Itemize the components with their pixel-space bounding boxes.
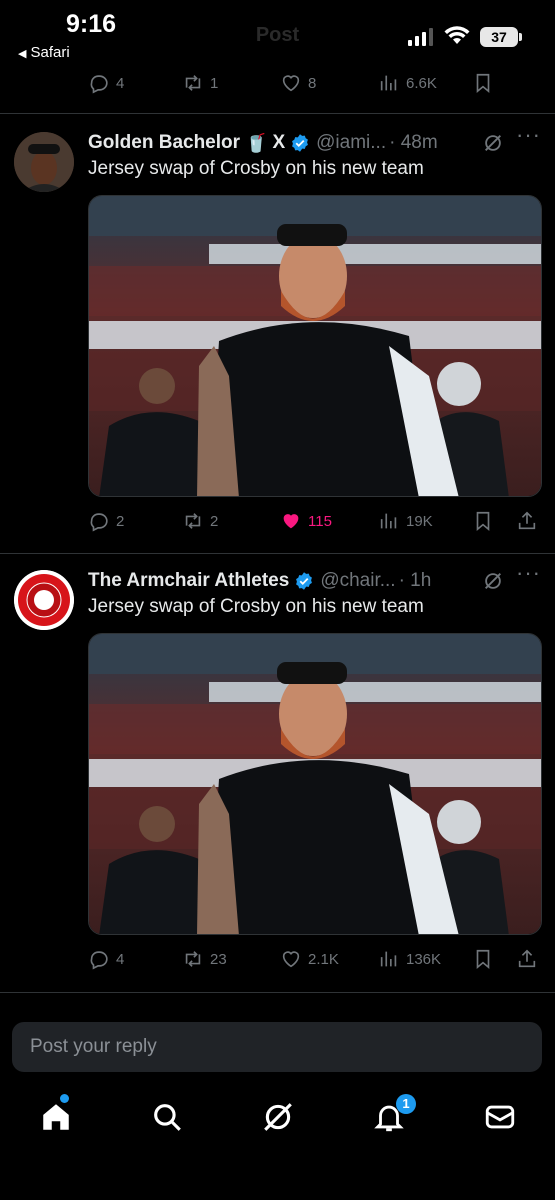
- display-name[interactable]: Golden Bachelor: [88, 132, 240, 154]
- heart-icon: [282, 75, 300, 92]
- tweet-text: Jersey swap of Crosby on his new team: [88, 596, 424, 617]
- views-button[interactable]: 136K: [378, 942, 441, 976]
- display-name-suffix: X: [272, 132, 286, 153]
- bottom-tab-bar: 1: [0, 1080, 555, 1200]
- repost-button[interactable]: 2: [182, 504, 218, 538]
- tweet-text: Jersey swap of Crosby on his new team: [88, 158, 424, 179]
- battery-indicator: 37: [480, 27, 522, 47]
- bookmark-button[interactable]: [472, 942, 494, 976]
- bookmark-button[interactable]: [472, 66, 494, 100]
- reply-count: 4: [116, 74, 125, 92]
- football-player-photo: [89, 634, 541, 934]
- reply-button[interactable]: 4: [88, 66, 124, 100]
- previous-post-actions: 4 1 8 6.6K: [0, 66, 555, 100]
- home-unread-dot: [60, 1094, 69, 1103]
- divider: [0, 553, 555, 554]
- tab-messages[interactable]: [483, 1100, 517, 1134]
- views-icon: [380, 75, 397, 91]
- tab-grok[interactable]: [261, 1100, 295, 1134]
- grok-icon: [264, 1103, 292, 1131]
- views-count: 6.6K: [406, 74, 437, 92]
- reply-button[interactable]: 4: [88, 942, 124, 976]
- reply-button[interactable]: 2: [88, 504, 124, 538]
- avatar[interactable]: [14, 132, 74, 192]
- views-count: 136K: [406, 950, 442, 968]
- like-button[interactable]: 115: [280, 504, 332, 538]
- verified-badge-icon: [296, 572, 313, 590]
- reply-icon: [90, 513, 108, 532]
- profile-photo-icon: [14, 132, 74, 192]
- wifi-icon: [444, 26, 470, 44]
- like-count: 2.1K: [308, 950, 339, 968]
- like-button[interactable]: 2.1K: [280, 942, 339, 976]
- page-title: Post: [255, 24, 300, 46]
- repost-count: 23: [210, 950, 227, 968]
- share-button[interactable]: [516, 942, 538, 976]
- share-button[interactable]: [516, 504, 538, 538]
- tweet[interactable]: The Armchair Athletes @chair... · 1h ···…: [0, 560, 555, 988]
- notifications-badge: 1: [396, 1094, 416, 1114]
- like-count: 8: [308, 74, 317, 92]
- tweet-image[interactable]: [88, 633, 542, 935]
- tab-home[interactable]: [39, 1100, 73, 1134]
- views-icon: [380, 951, 397, 967]
- tweet-actions: 4 23 2.1K 136K: [0, 942, 555, 976]
- repost-icon: [185, 513, 201, 529]
- views-count: 19K: [406, 512, 433, 530]
- tweet-image[interactable]: [88, 195, 542, 497]
- home-icon: [43, 1104, 69, 1130]
- repost-button[interactable]: 23: [182, 942, 227, 976]
- heart-icon: [282, 951, 300, 968]
- envelope-icon: [485, 1105, 515, 1129]
- reply-count: 2: [116, 512, 125, 530]
- display-name[interactable]: The Armchair Athletes: [88, 570, 289, 592]
- more-options-icon[interactable]: ···: [516, 122, 541, 148]
- cellular-signal-icon: [408, 28, 433, 46]
- like-count: 115: [308, 512, 332, 530]
- timestamp: · 1h: [398, 570, 432, 591]
- football-player-photo: [89, 196, 541, 496]
- verified-badge-icon: [292, 134, 309, 152]
- like-button[interactable]: 8: [280, 66, 316, 100]
- grok-icon[interactable]: [482, 570, 504, 592]
- repost-icon: [185, 75, 201, 91]
- avatar[interactable]: [14, 570, 74, 630]
- reply-input[interactable]: Post your reply: [12, 1022, 542, 1072]
- reply-icon: [90, 75, 108, 94]
- divider: [0, 113, 555, 114]
- repost-button[interactable]: 1: [182, 66, 218, 100]
- timestamp: · 48m: [389, 132, 438, 153]
- bookmark-icon: [476, 73, 490, 94]
- views-button[interactable]: 6.6K: [378, 66, 437, 100]
- divider: [0, 992, 555, 993]
- handle[interactable]: @chair...: [320, 570, 395, 592]
- tab-search[interactable]: [150, 1100, 184, 1134]
- grok-icon[interactable]: [482, 132, 504, 154]
- bookmark-icon: [476, 511, 490, 532]
- back-triangle-icon: ◀: [18, 48, 27, 60]
- reply-placeholder: Post your reply: [30, 1036, 157, 1057]
- tweet[interactable]: Golden Bachelor 🥤 X @iami... · 48m ··· J…: [0, 122, 555, 550]
- tweet-actions: 2 2 115 19K: [0, 504, 555, 538]
- handle[interactable]: @iami...: [316, 132, 386, 154]
- status-bar: 9:16 ◀ Safari Post 37: [0, 0, 555, 66]
- bookmark-button[interactable]: [472, 504, 494, 538]
- bookmark-icon: [476, 949, 490, 970]
- armchair-athletes-logo: [14, 570, 74, 630]
- share-icon: [518, 511, 536, 530]
- repost-count: 2: [210, 512, 219, 530]
- search-icon: [154, 1104, 181, 1131]
- views-icon: [380, 513, 397, 529]
- views-button[interactable]: 19K: [378, 504, 433, 538]
- more-options-icon[interactable]: ···: [516, 560, 541, 586]
- repost-icon: [185, 951, 201, 967]
- repost-count: 1: [210, 74, 219, 92]
- name-emoji: 🥤: [245, 132, 268, 153]
- reply-count: 4: [116, 950, 125, 968]
- heart-filled-icon: [283, 514, 299, 529]
- reply-icon: [90, 951, 108, 970]
- share-icon: [518, 949, 536, 968]
